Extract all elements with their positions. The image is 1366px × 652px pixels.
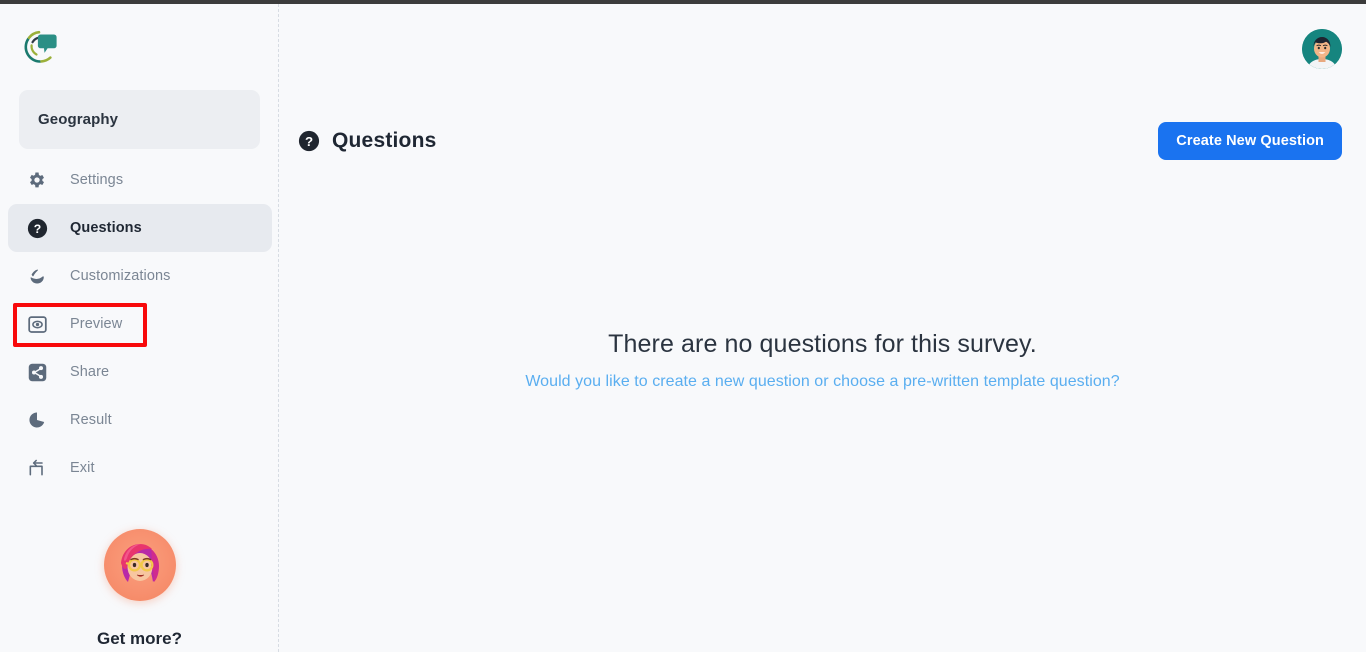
sidebar-item-preview[interactable]: Preview bbox=[8, 300, 272, 348]
app-shell: Geography Settings ? Questions Customiza… bbox=[0, 4, 1366, 652]
sidebar-item-settings[interactable]: Settings bbox=[8, 156, 272, 204]
sidebar-item-share[interactable]: Share bbox=[8, 348, 272, 396]
create-new-question-button[interactable]: Create New Question bbox=[1158, 122, 1342, 160]
svg-text:?: ? bbox=[305, 134, 313, 149]
sidebar-item-result[interactable]: Result bbox=[8, 396, 272, 444]
page-header: ? Questions Create New Question bbox=[298, 118, 1342, 164]
sidebar-item-label: Exit bbox=[70, 460, 95, 476]
main-content: ? Questions Create New Question There ar… bbox=[279, 4, 1366, 652]
user-avatar[interactable] bbox=[1302, 29, 1342, 69]
exit-icon bbox=[26, 457, 48, 479]
empty-state: There are no questions for this survey. … bbox=[279, 330, 1366, 391]
sidebar-nav: Settings ? Questions Customizations Prev… bbox=[8, 156, 272, 492]
empty-state-title: There are no questions for this survey. bbox=[608, 330, 1037, 358]
eye-icon bbox=[26, 313, 48, 335]
sidebar-item-customizations[interactable]: Customizations bbox=[8, 252, 272, 300]
share-icon bbox=[26, 361, 48, 383]
promo-title: Get more? bbox=[96, 629, 183, 648]
user-avatar-illustration bbox=[1302, 29, 1342, 69]
promo-avatar bbox=[103, 529, 176, 601]
sidebar-item-exit[interactable]: Exit bbox=[8, 444, 272, 492]
svg-text:?: ? bbox=[33, 221, 40, 235]
empty-state-link[interactable]: Would you like to create a new question … bbox=[525, 373, 1119, 391]
survey-logo[interactable] bbox=[20, 26, 62, 68]
survey-logo-icon bbox=[24, 30, 57, 63]
gear-icon bbox=[26, 169, 48, 191]
page-title: Questions bbox=[332, 129, 437, 152]
sidebar-item-label: Questions bbox=[70, 220, 142, 236]
sidebar-item-label: Result bbox=[70, 412, 112, 428]
sidebar-item-label: Settings bbox=[70, 172, 124, 188]
sidebar-item-label: Customizations bbox=[70, 268, 171, 284]
pie-chart-icon bbox=[26, 409, 48, 431]
page-header-left: ? Questions bbox=[298, 129, 436, 153]
promo-avatar-illustration bbox=[120, 544, 159, 582]
sidebar: Geography Settings ? Questions Customiza… bbox=[0, 4, 279, 652]
window-top-edge bbox=[0, 0, 1366, 4]
sidebar-item-label: Preview bbox=[70, 316, 123, 332]
question-mark-icon: ? bbox=[26, 217, 48, 239]
question-mark-icon: ? bbox=[298, 130, 320, 152]
sidebar-item-label: Share bbox=[70, 364, 110, 380]
sidebar-item-questions[interactable]: ? Questions bbox=[8, 204, 272, 252]
paint-brush-icon bbox=[26, 265, 48, 287]
survey-name-chip[interactable]: Geography bbox=[19, 90, 260, 149]
promo-block[interactable]: Get more? bbox=[0, 529, 279, 649]
survey-name-label: Geography bbox=[38, 111, 119, 128]
